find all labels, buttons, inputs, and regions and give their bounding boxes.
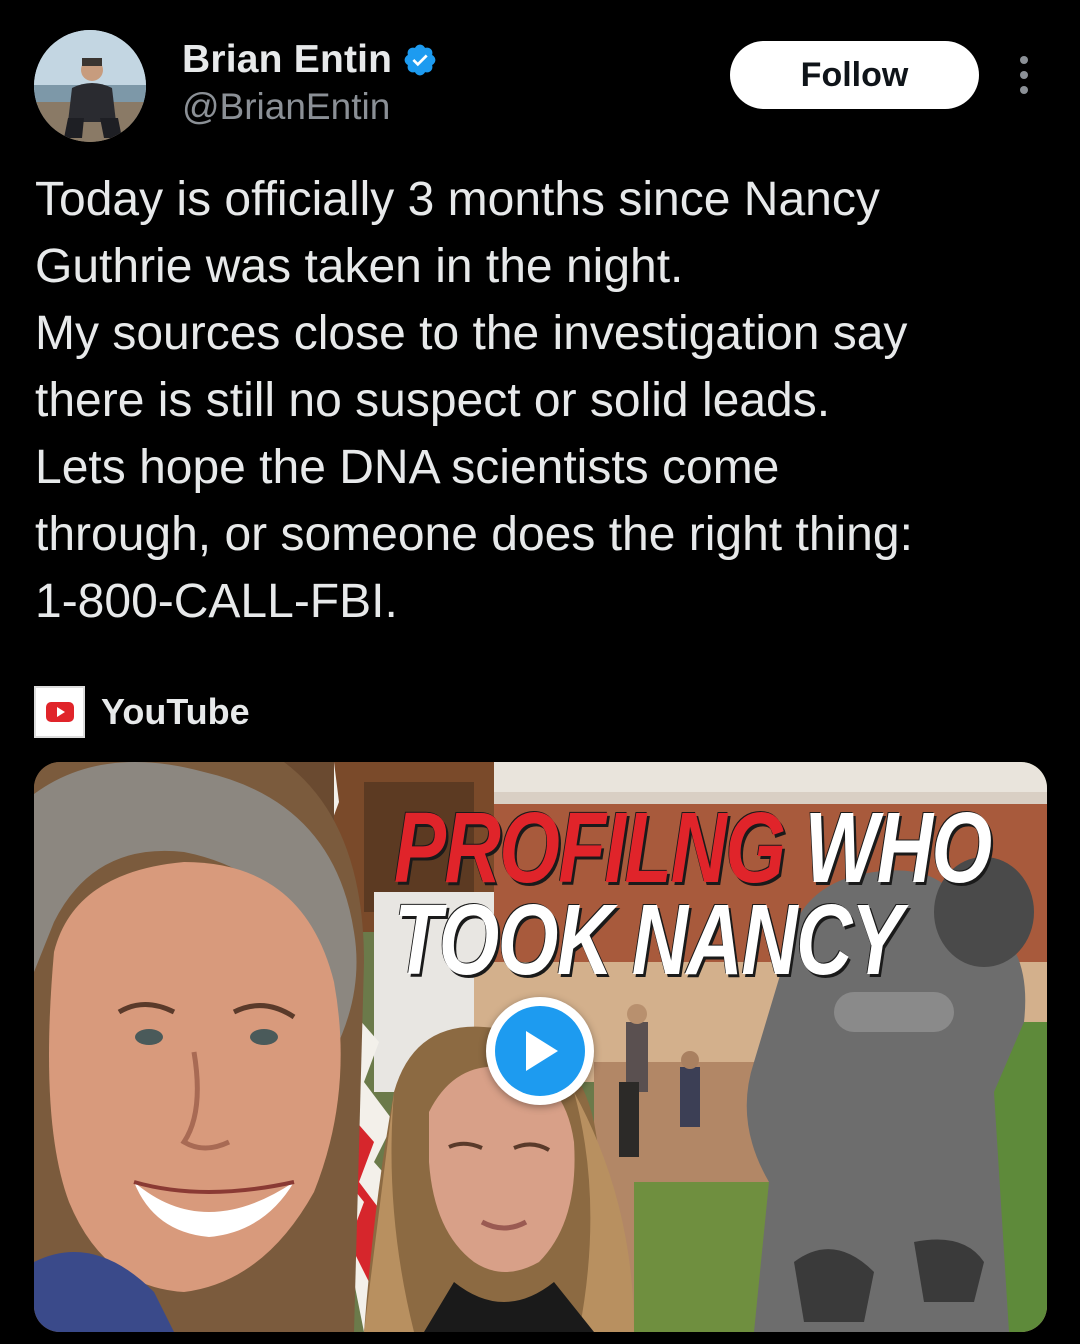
more-dot: [1020, 86, 1028, 94]
tweet-text: Today is officially 3 months since Nancy…: [35, 166, 1045, 635]
tweet-line: Lets hope the DNA scientists come: [35, 441, 780, 494]
video-thumbnail-card[interactable]: PROFILNG WHO TOOK NANCY: [34, 762, 1047, 1332]
tweet-line: through, or someone does the right thing…: [35, 508, 913, 561]
tweet-line[interactable]: 1-800-CALL-FBI.: [35, 568, 1045, 635]
tweet-line: Guthrie was taken in the night.: [35, 240, 684, 293]
tweet-line: there is still no suspect or solid leads…: [35, 374, 831, 427]
youtube-logo-icon: [34, 686, 85, 738]
avatar[interactable]: [34, 30, 146, 142]
more-dot: [1020, 56, 1028, 64]
author-handle[interactable]: @BrianEntin: [182, 86, 390, 128]
thumbnail-title: PROFILNG WHO TOOK NANCY: [394, 798, 992, 996]
link-source[interactable]: YouTube: [34, 685, 250, 739]
author-display-name[interactable]: Brian Entin: [182, 38, 392, 82]
link-source-label: YouTube: [101, 691, 250, 732]
follow-button[interactable]: Follow: [730, 41, 979, 109]
tweet-line: My sources close to the investigation sa…: [35, 307, 908, 360]
profile-photo: [34, 30, 146, 142]
thumbnail-title-line1: PROFILNG WHO: [394, 798, 992, 898]
more-options-icon[interactable]: [1006, 52, 1042, 98]
verified-badge-icon: [404, 44, 436, 76]
tweet-line: Today is officially 3 months since Nancy: [35, 173, 880, 226]
thumbnail-title-line2: TOOK NANCY: [394, 884, 903, 996]
play-button[interactable]: [486, 997, 594, 1105]
play-icon: [495, 1006, 585, 1096]
more-dot: [1020, 71, 1028, 79]
author-name-row[interactable]: Brian Entin: [182, 36, 438, 84]
